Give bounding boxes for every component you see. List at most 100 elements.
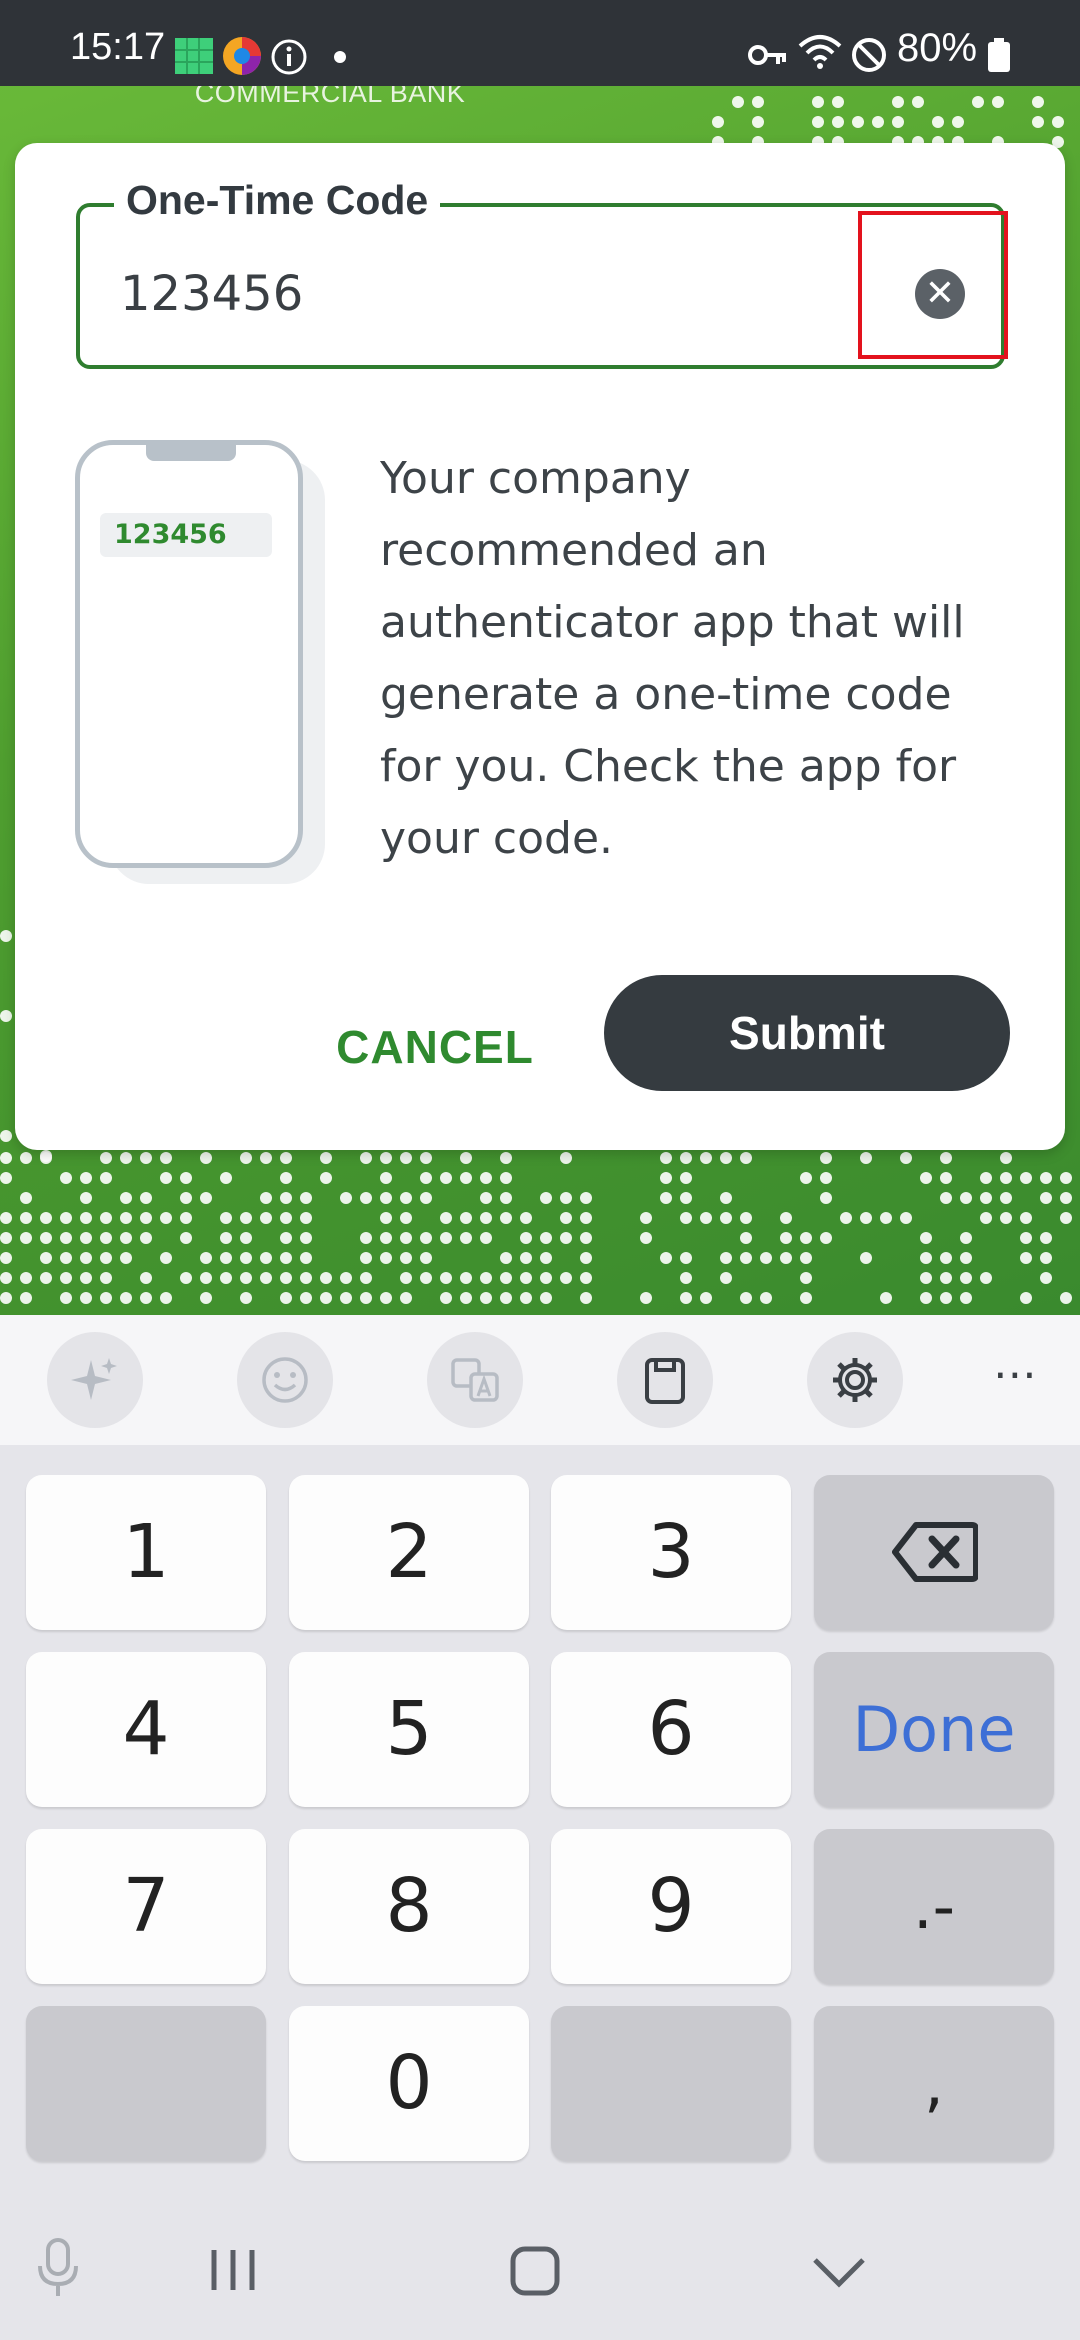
blank-key-right xyxy=(551,2006,791,2161)
background-dot xyxy=(0,1130,12,1142)
gear-icon xyxy=(833,1358,877,1402)
clipboard-icon xyxy=(645,1358,685,1404)
background-dot xyxy=(580,1212,592,1224)
background-dot xyxy=(300,1232,312,1244)
background-dot xyxy=(280,1232,292,1244)
background-dot xyxy=(940,1152,952,1164)
translate-button[interactable] xyxy=(427,1332,523,1428)
background-dot xyxy=(980,1212,992,1224)
key-2[interactable]: 2 xyxy=(289,1475,529,1630)
cancel-button[interactable]: CANCEL xyxy=(315,1004,555,1090)
key-7[interactable]: 7 xyxy=(26,1829,266,1984)
background-dot xyxy=(660,1252,672,1264)
background-dot xyxy=(0,1152,12,1164)
background-dot xyxy=(960,1252,972,1264)
background-dot xyxy=(560,1232,572,1244)
phone-code-display: 123456 xyxy=(100,513,272,557)
background-dot xyxy=(640,1292,652,1304)
key-4[interactable]: 4 xyxy=(26,1652,266,1807)
one-time-code-field[interactable]: One-Time Code ✕ xyxy=(76,177,1005,369)
key-6[interactable]: 6 xyxy=(551,1652,791,1807)
background-dot xyxy=(880,1212,892,1224)
submit-button[interactable]: Submit xyxy=(604,975,1010,1091)
background-dot xyxy=(832,116,844,128)
chevron-down-icon[interactable] xyxy=(812,2256,866,2292)
background-dot xyxy=(1000,1152,1012,1164)
sparkle-icon xyxy=(71,1358,117,1400)
translate-icon xyxy=(451,1358,499,1402)
background-dot xyxy=(860,1152,872,1164)
background-dot xyxy=(520,1232,532,1244)
home-icon[interactable] xyxy=(510,2246,560,2300)
backspace-icon xyxy=(892,1522,978,1582)
background-dot xyxy=(900,1152,912,1164)
key-0[interactable]: 0 xyxy=(289,2006,529,2161)
background-dot xyxy=(380,1152,392,1164)
recent-apps-icon[interactable] xyxy=(208,2248,258,2296)
background-dot xyxy=(240,1212,252,1224)
background-dot xyxy=(992,96,1004,108)
clear-input-button[interactable]: ✕ xyxy=(915,269,965,319)
key-8[interactable]: 8 xyxy=(289,1829,529,1984)
more-options-button[interactable]: ⋯ xyxy=(980,1350,1050,1410)
background-dot xyxy=(0,1172,12,1184)
background-dot xyxy=(220,1232,232,1244)
background-dot xyxy=(420,1272,432,1284)
key-5[interactable]: 5 xyxy=(289,1652,529,1807)
background-dot xyxy=(752,96,764,108)
background-dot xyxy=(460,1172,472,1184)
background-dot xyxy=(1060,1172,1072,1184)
background-dot xyxy=(1020,1252,1032,1264)
key-9[interactable]: 9 xyxy=(551,1829,791,1984)
comma-key[interactable]: , xyxy=(814,2006,1054,2161)
background-dot xyxy=(340,1192,352,1204)
background-dot xyxy=(40,1212,52,1224)
background-dot xyxy=(520,1292,532,1304)
background-dot xyxy=(60,1292,72,1304)
key-3[interactable]: 3 xyxy=(551,1475,791,1630)
key-1[interactable]: 1 xyxy=(26,1475,266,1630)
background-dot xyxy=(140,1292,152,1304)
background-dot xyxy=(940,1292,952,1304)
background-dot xyxy=(0,1232,12,1244)
background-dot xyxy=(540,1292,552,1304)
background-dot xyxy=(680,1172,692,1184)
period-dash-key[interactable]: .- xyxy=(814,1829,1054,1984)
background-dot xyxy=(420,1232,432,1244)
done-key[interactable]: Done xyxy=(814,1652,1054,1807)
background-dot xyxy=(500,1252,512,1264)
background-dot xyxy=(760,1292,772,1304)
background-dot xyxy=(440,1292,452,1304)
background-dot xyxy=(700,1152,712,1164)
background-dot xyxy=(180,1232,192,1244)
clipboard-button[interactable] xyxy=(617,1332,713,1428)
background-dot xyxy=(480,1212,492,1224)
background-dot xyxy=(720,1192,732,1204)
background-dot xyxy=(200,1192,212,1204)
background-dot xyxy=(160,1172,172,1184)
keyboard-toolbar xyxy=(0,1315,1080,1445)
keyboard-settings-button[interactable] xyxy=(807,1332,903,1428)
background-dot xyxy=(400,1152,412,1164)
background-dot xyxy=(712,116,724,128)
emoji-button[interactable] xyxy=(237,1332,333,1428)
background-dot xyxy=(1040,1192,1052,1204)
info-icon xyxy=(270,38,308,81)
background-dot xyxy=(120,1192,132,1204)
background-dot xyxy=(440,1212,452,1224)
backspace-key[interactable] xyxy=(814,1475,1054,1630)
microphone-icon[interactable] xyxy=(36,2238,80,2302)
background-dot xyxy=(140,1272,152,1284)
background-dot xyxy=(500,1152,512,1164)
background-dot xyxy=(500,1292,512,1304)
background-dot xyxy=(120,1252,132,1264)
one-time-code-input[interactable] xyxy=(120,259,820,329)
ai-sparkle-button[interactable] xyxy=(47,1332,143,1428)
background-dot xyxy=(440,1272,452,1284)
background-dot xyxy=(220,1252,232,1264)
background-dot xyxy=(160,1252,172,1264)
background-dot xyxy=(180,1272,192,1284)
background-dot xyxy=(580,1192,592,1204)
background-dot xyxy=(60,1252,72,1264)
background-dot xyxy=(520,1212,532,1224)
